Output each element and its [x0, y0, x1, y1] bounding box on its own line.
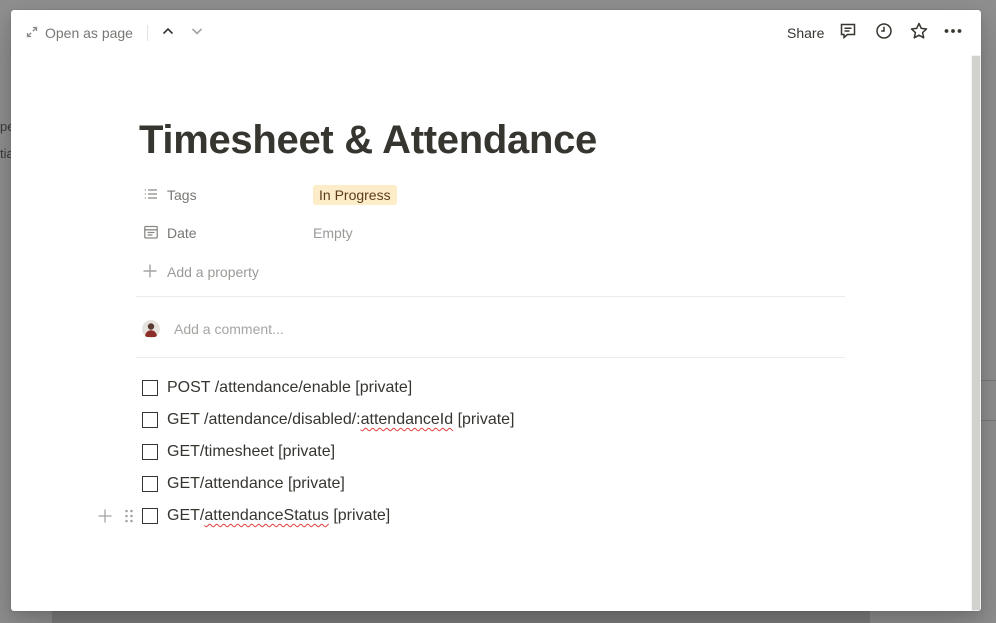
- todo-text-part: GET /attendance/disabled/:: [167, 411, 361, 428]
- property-row-date: Date Empty: [139, 218, 845, 248]
- properties-divider: [136, 296, 845, 297]
- comment-input[interactable]: [174, 321, 774, 337]
- status-tag: In Progress: [313, 185, 397, 205]
- todo-text[interactable]: GET/attendance [private]: [167, 475, 345, 493]
- todo-checkbox[interactable]: [142, 412, 158, 428]
- todo-text[interactable]: POST /attendance/enable [private]: [167, 379, 412, 397]
- list-icon: [143, 186, 159, 205]
- next-page-button[interactable]: [186, 22, 208, 44]
- star-icon: [909, 21, 929, 46]
- scrollbar-thumb[interactable]: [972, 56, 980, 610]
- clock-icon: [874, 21, 894, 46]
- todo-checkbox[interactable]: [142, 380, 158, 396]
- todo-text-part: GET/: [167, 507, 205, 524]
- comment-icon: [838, 21, 858, 46]
- misspelled-word: attendanceId: [360, 411, 454, 428]
- todo-item: POST /attendance/enable [private]: [142, 374, 412, 402]
- open-as-page-button[interactable]: Open as page: [26, 22, 133, 44]
- modal-topbar: Open as page Share: [11, 10, 971, 55]
- property-name-date[interactable]: Date: [139, 224, 313, 243]
- comment-row: [142, 314, 842, 344]
- property-value-date[interactable]: Empty: [313, 225, 353, 241]
- todo-text[interactable]: GET/timesheet [private]: [167, 443, 335, 461]
- property-label: Tags: [167, 187, 197, 203]
- drag-handle-button[interactable]: [119, 505, 139, 527]
- expand-arrows-icon: [26, 25, 38, 41]
- more-options-button[interactable]: [941, 21, 965, 45]
- property-value-tags[interactable]: In Progress: [313, 185, 397, 205]
- property-name-tags[interactable]: Tags: [139, 186, 313, 205]
- background-divider: [980, 420, 996, 421]
- previous-page-button[interactable]: [157, 22, 179, 44]
- todo-item: GET/attendanceStatus [private]: [142, 502, 390, 530]
- chevron-up-icon: [161, 24, 175, 43]
- background-divider: [980, 380, 996, 381]
- todo-text-part: POST /attendance/enable [private]: [167, 379, 413, 396]
- chevron-down-icon: [190, 24, 204, 43]
- plus-icon: [98, 509, 112, 523]
- todo-text-part: GET/timesheet [private]: [167, 443, 336, 460]
- avatar: [142, 320, 160, 338]
- todo-item: GET/attendance [private]: [142, 470, 345, 498]
- share-button[interactable]: Share: [787, 22, 824, 44]
- topbar-separator: [147, 25, 148, 41]
- todo-checkbox[interactable]: [142, 476, 158, 492]
- todo-checkbox[interactable]: [142, 444, 158, 460]
- page-title[interactable]: Timesheet & Attendance: [139, 118, 597, 163]
- comments-divider: [136, 357, 845, 358]
- updates-button[interactable]: [872, 21, 896, 45]
- comments-button[interactable]: [836, 21, 860, 45]
- add-block-button[interactable]: [95, 505, 115, 527]
- todo-text-part: [private]: [328, 507, 391, 524]
- more-horizontal-icon: [943, 21, 963, 46]
- todo-text[interactable]: GET/attendanceStatus [private]: [167, 507, 390, 525]
- plus-icon: [142, 263, 158, 282]
- favorite-button[interactable]: [907, 21, 931, 45]
- add-property-label: Add a property: [167, 264, 259, 280]
- block-handle: [95, 505, 139, 527]
- property-row-tags: Tags In Progress: [139, 180, 845, 210]
- open-as-page-label: Open as page: [45, 25, 133, 41]
- todo-item: GET /attendance/disabled/:attendanceId […: [142, 406, 515, 434]
- property-label: Date: [167, 225, 197, 241]
- page-peek-modal: Open as page Share Timesheet & Attendanc…: [11, 10, 981, 611]
- drag-dots-icon: [125, 509, 133, 523]
- background-bottom-bar: [52, 611, 870, 623]
- add-property-button[interactable]: Add a property: [142, 261, 259, 283]
- todo-text-part: [private]: [453, 411, 515, 428]
- todo-checkbox[interactable]: [142, 508, 158, 524]
- todo-item: GET/timesheet [private]: [142, 438, 335, 466]
- calendar-icon: [143, 224, 159, 243]
- todo-text-part: GET/attendance [private]: [167, 475, 345, 492]
- todo-text[interactable]: GET /attendance/disabled/:attendanceId […: [167, 411, 515, 429]
- misspelled-word: attendanceStatus: [204, 507, 329, 524]
